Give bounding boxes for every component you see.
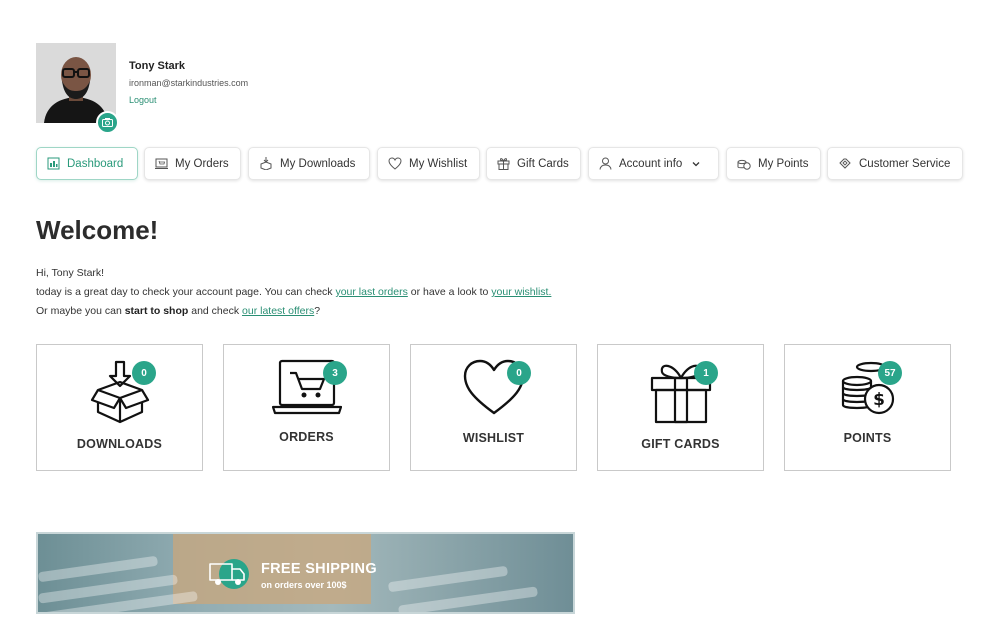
count-badge: 0 — [507, 361, 531, 385]
page-title: Welcome! — [36, 215, 159, 245]
tab-customer-service[interactable]: Customer Service — [827, 147, 963, 180]
latest-offers-link[interactable]: our latest offers — [242, 305, 314, 317]
profile-header: Tony Stark ironman@starkindustries.com L… — [36, 43, 336, 134]
user-icon — [599, 157, 612, 170]
svg-text:$: $ — [873, 390, 885, 410]
intro-text: ? — [314, 305, 321, 317]
free-shipping-banner[interactable]: FREE SHIPPING on orders over 100$ — [36, 532, 575, 614]
intro-line-3: Or maybe you can start to shop and check… — [36, 302, 551, 321]
heart-icon — [388, 157, 402, 170]
wishlist-link[interactable]: your wishlist. — [491, 286, 551, 298]
intro-text: today is a great day to check your accou… — [36, 286, 336, 298]
card-wishlist[interactable]: 0 WISHLIST — [410, 344, 577, 471]
delivery-truck-icon — [209, 559, 249, 589]
intro-text: Or maybe you can — [36, 305, 125, 317]
tab-label: My Orders — [175, 157, 229, 170]
tab-my-orders[interactable]: My Orders — [144, 147, 241, 180]
banner-title: FREE SHIPPING — [261, 561, 377, 577]
camera-icon — [102, 118, 113, 127]
tab-label: My Downloads — [280, 157, 356, 170]
count-badge: 0 — [132, 361, 156, 385]
logout-link[interactable]: Logout — [129, 95, 157, 105]
dashboard-icon — [47, 157, 60, 170]
card-label: ORDERS — [279, 430, 334, 444]
card-points[interactable]: $ 57 POINTS — [784, 344, 951, 471]
count-badge: 57 — [878, 361, 902, 385]
card-downloads[interactable]: 0 DOWNLOADS — [36, 344, 203, 471]
tab-label: Account info — [619, 157, 683, 170]
welcome-message: Hi, Tony Stark! today is a great day to … — [36, 264, 551, 321]
banner-subtitle: on orders over 100$ — [261, 580, 347, 590]
tab-label: Dashboard — [67, 157, 124, 170]
gift-icon — [497, 158, 510, 170]
tab-label: Gift Cards — [517, 157, 569, 170]
tab-label: My Points — [758, 157, 809, 170]
count-badge: 3 — [323, 361, 347, 385]
intro-line-2: today is a great day to check your accou… — [36, 283, 551, 302]
intro-text: or have a look to — [407, 286, 492, 298]
card-gift-cards[interactable]: 1 GIFT CARDS — [597, 344, 764, 471]
card-label: POINTS — [843, 431, 892, 445]
intro-text: and check — [188, 305, 243, 317]
points-icon — [737, 159, 751, 170]
support-icon — [839, 158, 851, 169]
user-name: Tony Stark — [129, 60, 186, 72]
tab-dashboard[interactable]: Dashboard — [36, 147, 138, 180]
card-label: DOWNLOADS — [76, 437, 163, 451]
tab-my-points[interactable]: My Points — [726, 147, 821, 180]
orders-icon — [155, 158, 168, 169]
user-email: ironman@starkindustries.com — [129, 78, 249, 88]
downloads-icon — [260, 157, 272, 170]
tab-label: My Wishlist — [409, 157, 468, 170]
tab-gift-cards[interactable]: Gift Cards — [486, 147, 581, 180]
card-label: WISHLIST — [462, 431, 525, 445]
tab-account-info[interactable]: Account info — [588, 147, 719, 180]
tab-my-downloads[interactable]: My Downloads — [248, 147, 370, 180]
start-to-shop-text: start to shop — [124, 305, 189, 317]
change-photo-button[interactable] — [96, 111, 119, 134]
last-orders-link[interactable]: your last orders — [335, 286, 407, 298]
tab-my-wishlist[interactable]: My Wishlist — [377, 147, 480, 180]
tab-label: Customer Service — [859, 157, 951, 170]
card-orders[interactable]: 3 ORDERS — [223, 344, 390, 471]
card-label: GIFT CARDS — [641, 437, 720, 451]
count-badge: 1 — [694, 361, 718, 385]
greeting-line: Hi, Tony Stark! — [36, 267, 105, 279]
chevron-down-icon — [692, 161, 700, 166]
